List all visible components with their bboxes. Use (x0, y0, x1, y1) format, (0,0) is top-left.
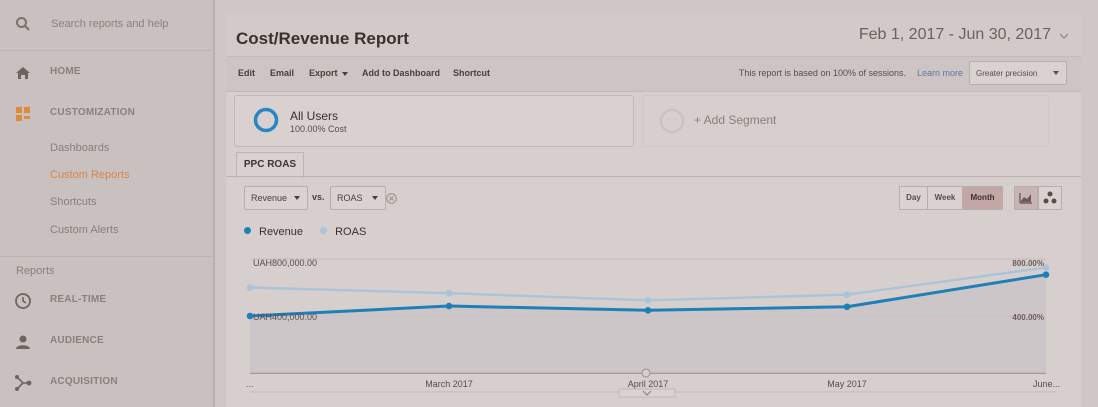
segment-name: All Users (290, 109, 339, 123)
add-segment-label: + Add Segment (694, 113, 777, 127)
learn-more-link[interactable]: Learn more (917, 68, 963, 78)
clock-icon (15, 293, 31, 309)
search-placeholder: Search reports and help (51, 18, 169, 30)
caret-down-icon (294, 196, 300, 200)
add-segment-button[interactable]: + Add Segment (642, 95, 1049, 147)
report-toolbar: Edit Email Export Add to Dashboard Short… (226, 56, 1081, 92)
nav-customization[interactable]: CUSTOMIZATION (0, 99, 213, 127)
legend-label-revenue: Revenue (259, 226, 304, 238)
export-button[interactable]: Export (309, 68, 348, 78)
caret-down-icon (372, 196, 378, 200)
caret-down-icon (1053, 71, 1059, 75)
legend-dot-roas (320, 227, 328, 234)
sampling-notice: This report is based on 100% of sessions… (738, 68, 906, 78)
report-header: Cost/Revenue Report Feb 1, 2017 - Jun 30… (226, 12, 1081, 56)
chart-legend: Revenue ROAS (244, 226, 380, 238)
x-axis-tick-label: ... (246, 379, 254, 389)
vs-label: vs. (312, 192, 325, 202)
precision-dropdown[interactable]: Greater precision (969, 61, 1067, 85)
legend-item-roas[interactable]: ROAS (320, 226, 366, 238)
edit-button[interactable]: Edit (238, 68, 255, 78)
nav-customization-label: CUSTOMIZATION (50, 107, 136, 118)
chevron-down-icon[interactable] (1059, 32, 1069, 40)
motion-chart-view-button[interactable] (1038, 186, 1062, 210)
x-axis-tick-label: April 2017 (628, 379, 669, 389)
email-button[interactable]: Email (270, 68, 294, 78)
x-axis-tick-label: June... (1033, 379, 1060, 389)
customization-icon (16, 107, 30, 121)
tabs-divider (226, 176, 1081, 177)
search-icon (16, 17, 30, 31)
roas-point (445, 289, 453, 297)
reports-section-title: Reports (16, 265, 55, 277)
metric2-label: ROAS (337, 193, 363, 203)
legend-dot-revenue (244, 227, 251, 234)
acquisition-icon (15, 375, 32, 391)
nav-acquisition[interactable]: ACQUISITION (0, 368, 213, 396)
roas-point (246, 284, 254, 291)
segment-all-users[interactable]: All Users 100.00% Cost (234, 95, 634, 147)
annotation-marker-icon (641, 368, 651, 378)
line-chart-icon (1019, 193, 1032, 204)
nav-real-time-label: REAL-TIME (50, 294, 107, 305)
period-week-button[interactable]: Week (927, 186, 963, 210)
left-axis-tick-mid: UAH400,000.00 (253, 312, 317, 322)
segment-ring-icon (253, 107, 279, 133)
motion-chart-icon (1043, 191, 1057, 204)
metric1-dropdown[interactable]: Revenue (244, 186, 308, 210)
x-axis-tick-label: March 2017 (425, 379, 473, 389)
sidebar: Search reports and help HOME CUSTOMIZATI… (0, 0, 215, 407)
annotations-toggle[interactable] (618, 388, 676, 398)
revenue-point (445, 302, 453, 310)
nav-audience-label: AUDIENCE (50, 335, 104, 346)
nav-acquisition-label: ACQUISITION (50, 376, 118, 387)
nav-home[interactable]: HOME (0, 58, 213, 86)
sidebar-item-shortcuts[interactable]: Shortcuts (50, 196, 96, 208)
report-panel: Cost/Revenue Report Feb 1, 2017 - Jun 30… (226, 12, 1081, 407)
revenue-point (843, 303, 851, 311)
line-chart-view-button[interactable] (1014, 186, 1038, 210)
x-axis-tick-label: May 2017 (827, 379, 867, 389)
date-range-picker[interactable]: Feb 1, 2017 - Jun 30, 2017 (859, 26, 1051, 44)
person-icon (16, 335, 30, 349)
right-axis-tick-top: 800.00% (1012, 259, 1044, 268)
nav-home-label: HOME (50, 66, 81, 77)
sidebar-item-custom-reports[interactable]: Custom Reports (50, 169, 129, 181)
page-title: Cost/Revenue Report (236, 29, 409, 48)
export-label: Export (309, 68, 338, 78)
shortcut-button[interactable]: Shortcut (453, 68, 490, 78)
revenue-area (250, 274, 1046, 373)
legend-item-revenue[interactable]: Revenue (244, 226, 303, 238)
nav-audience[interactable]: AUDIENCE (0, 327, 213, 355)
empty-segment-ring-icon (660, 109, 684, 133)
metric2-dropdown[interactable]: ROAS (330, 186, 386, 210)
metric1-label: Revenue (251, 193, 288, 203)
sidebar-divider (0, 256, 213, 257)
left-axis-tick-top: UAH800,000.00 (253, 258, 317, 268)
segment-subtitle: 100.00% Cost (290, 124, 347, 134)
legend-label-roas: ROAS (335, 226, 367, 238)
roas-point (644, 297, 652, 304)
line-chart: UAH800,000.00 UAH400,000.00 800.00% 400.00%… (246, 258, 1060, 398)
period-day-button[interactable]: Day (899, 186, 928, 210)
tab-ppc-roas[interactable]: PPC ROAS (236, 152, 304, 179)
revenue-point (1042, 271, 1050, 278)
clear-metric-icon[interactable] (386, 193, 397, 204)
sidebar-item-custom-alerts[interactable]: Custom Alerts (50, 224, 118, 236)
nav-real-time[interactable]: REAL-TIME (0, 286, 213, 314)
home-icon (16, 67, 30, 79)
add-to-dashboard-button[interactable]: Add to Dashboard (362, 68, 440, 78)
caret-down-icon (341, 71, 348, 76)
roas-point (843, 291, 851, 298)
sidebar-search[interactable]: Search reports and help (0, 0, 213, 51)
revenue-point (644, 307, 652, 314)
period-month-button[interactable]: Month (962, 186, 1003, 210)
precision-label: Greater precision (976, 69, 1038, 78)
right-axis-tick-mid: 400.00% (1012, 313, 1044, 322)
sidebar-item-dashboards[interactable]: Dashboards (50, 142, 109, 154)
